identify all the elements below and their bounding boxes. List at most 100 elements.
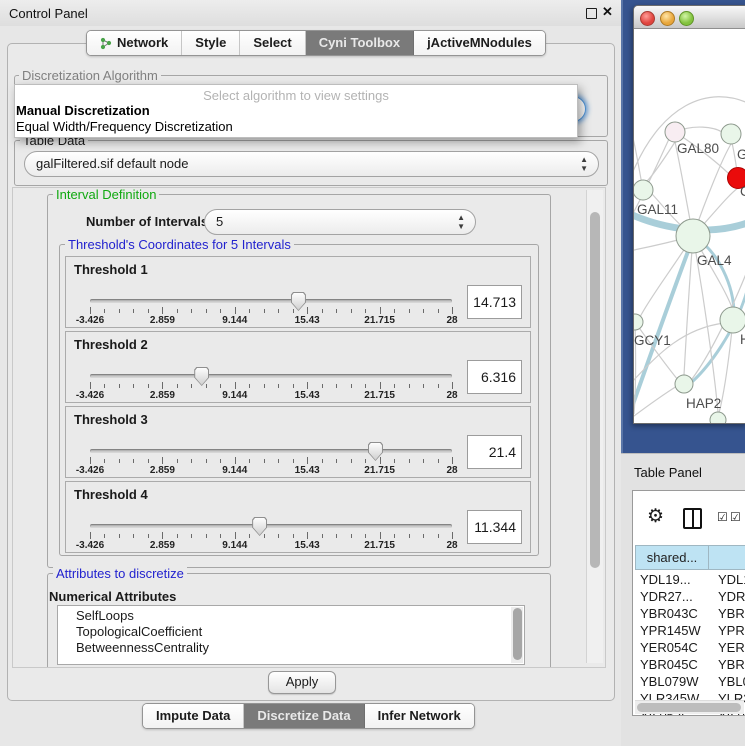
control-panel: Control Panel ✕ Network Style Select Cyn… bbox=[0, 0, 621, 745]
network-node[interactable] bbox=[665, 122, 685, 142]
tab-label: jActiveMNodules bbox=[427, 31, 532, 55]
threshold-slider[interactable]: -3.4262.8599.14415.4321.71528 bbox=[90, 445, 452, 475]
dropdown-item-manual-discretization[interactable]: Manual Discretization bbox=[15, 103, 577, 119]
column-header-shared[interactable]: shared... bbox=[635, 545, 709, 570]
network-node[interactable] bbox=[720, 307, 745, 333]
slider-track[interactable] bbox=[90, 524, 452, 528]
slider-track[interactable] bbox=[90, 449, 452, 453]
numerical-attributes-label: Numerical Attributes bbox=[49, 589, 176, 604]
number-of-intervals-combobox[interactable]: 5 ▲▼ bbox=[204, 209, 476, 235]
interval-definition-label: Interval Definition bbox=[53, 187, 159, 202]
mac-close-icon[interactable] bbox=[640, 11, 655, 26]
tab-jactivemnodules[interactable]: jActiveMNodules bbox=[414, 31, 545, 55]
tab-label: Network bbox=[117, 31, 168, 55]
network-node[interactable] bbox=[710, 412, 726, 424]
threshold-slider[interactable]: -3.4262.8599.14415.4321.71528 bbox=[90, 520, 452, 550]
table-cell: YBR0 bbox=[714, 605, 745, 622]
table-cell: YPR1 bbox=[714, 622, 745, 639]
threshold-panel: Threshold 2 -3.4262.8599.14415.4321.7152… bbox=[65, 331, 531, 403]
network-edge[interactable] bbox=[646, 142, 675, 182]
apply-button[interactable]: Apply bbox=[268, 671, 336, 694]
table-cell: YBL0 bbox=[714, 673, 745, 690]
tab-discretize-data[interactable]: Discretize Data bbox=[244, 704, 364, 728]
network-canvas[interactable]: GAL80GACGAL11GAL4HGCY1HAP2 bbox=[634, 29, 745, 424]
dropdown-hint-item[interactable]: Select algorithm to view settings bbox=[15, 88, 577, 103]
scrollbar-thumb[interactable] bbox=[590, 212, 600, 568]
network-node[interactable] bbox=[676, 219, 710, 253]
threshold-value-box[interactable]: 11.344 bbox=[467, 510, 522, 544]
table-data-combobox[interactable]: galFiltered.sif default node ▲▼ bbox=[24, 151, 599, 177]
close-icon[interactable]: ✕ bbox=[602, 4, 613, 20]
top-tabbar: Network Style Select Cyni Toolbox jActiv… bbox=[86, 30, 546, 56]
network-edge[interactable] bbox=[634, 386, 677, 419]
slider-tick-labels: -3.4262.8599.14415.4321.71528 bbox=[90, 390, 452, 402]
network-window-titlebar[interactable] bbox=[634, 6, 745, 29]
table-panel-title: Table Panel bbox=[634, 465, 702, 480]
tab-style[interactable]: Style bbox=[182, 31, 240, 55]
tab-impute-data[interactable]: Impute Data bbox=[143, 704, 244, 728]
scrollbar-thumb[interactable] bbox=[637, 703, 741, 712]
slider-track[interactable] bbox=[90, 374, 452, 378]
gear-icon[interactable]: ⚙ bbox=[647, 505, 664, 528]
float-window-icon[interactable] bbox=[586, 8, 597, 19]
scrollbar-thumb[interactable] bbox=[513, 608, 522, 660]
slider-track[interactable] bbox=[90, 299, 452, 303]
dropdown-item-equal-width[interactable]: Equal Width/Frequency Discretization bbox=[15, 119, 577, 135]
threshold-slider[interactable]: -3.4262.8599.14415.4321.71528 bbox=[90, 370, 452, 400]
table-row[interactable]: YER054CYER0 bbox=[635, 639, 745, 656]
slider-ticks bbox=[90, 532, 452, 540]
threshold-value-box[interactable]: 14.713 bbox=[467, 285, 522, 319]
table-data-value: galFiltered.sif default node bbox=[36, 156, 188, 171]
checkbox-icon[interactable]: ☑ bbox=[730, 510, 741, 524]
threshold-label: Threshold 2 bbox=[74, 337, 148, 352]
list-item[interactable]: TopologicalCoefficient bbox=[58, 624, 510, 640]
table-row[interactable]: YBR043CYBR0 bbox=[635, 605, 745, 622]
horizontal-scrollbar[interactable] bbox=[635, 700, 744, 714]
threshold-slider[interactable]: -3.4262.8599.14415.4321.71528 bbox=[90, 295, 452, 325]
numerical-attributes-list[interactable]: SelfLoopsTopologicalCoefficientBetweenne… bbox=[57, 605, 525, 665]
vertical-scrollbar[interactable] bbox=[586, 190, 603, 663]
column-header-name[interactable]: na bbox=[709, 545, 745, 570]
threshold-panel: Threshold 3 -3.4262.8599.14415.4321.7152… bbox=[65, 406, 531, 478]
threshold-value-box[interactable]: 21.4 bbox=[467, 435, 522, 469]
table-cell: YDL19... bbox=[635, 571, 714, 588]
checkbox-icon[interactable]: ☑ bbox=[717, 510, 728, 524]
tab-network[interactable]: Network bbox=[87, 31, 182, 55]
list-items: SelfLoopsTopologicalCoefficientBetweenne… bbox=[58, 608, 510, 656]
network-node[interactable] bbox=[634, 314, 643, 330]
tab-label: Infer Network bbox=[378, 704, 461, 728]
stepper-arrows-icon: ▲▼ bbox=[580, 155, 588, 173]
network-node[interactable] bbox=[675, 375, 693, 393]
table-row[interactable]: YBR045CYBR0 bbox=[635, 656, 745, 673]
node-label: GAL11 bbox=[637, 202, 678, 217]
mac-minimize-icon[interactable] bbox=[660, 11, 675, 26]
column-view-icon[interactable] bbox=[683, 508, 702, 529]
table-panel-frame: ⚙ ☑ ☑ shared... na YDL19...YDL1YDR27...Y… bbox=[632, 490, 745, 716]
list-item[interactable]: SelfLoops bbox=[58, 608, 510, 624]
list-item[interactable]: BetweennessCentrality bbox=[58, 640, 510, 656]
slider-tick-labels: -3.4262.8599.14415.4321.71528 bbox=[90, 315, 452, 327]
discretization-algorithm-label: Discretization Algorithm bbox=[19, 68, 161, 83]
thresholds-group-label: Threshold's Coordinates for 5 Intervals bbox=[65, 237, 294, 252]
slider-tick-labels: -3.4262.8599.14415.4321.71528 bbox=[90, 540, 452, 552]
table-row[interactable]: YDL19...YDL1 bbox=[635, 571, 745, 588]
network-node[interactable] bbox=[634, 180, 653, 200]
table-cell: YER054C bbox=[635, 639, 714, 656]
tab-infer-network[interactable]: Infer Network bbox=[365, 704, 474, 728]
tab-select[interactable]: Select bbox=[240, 31, 305, 55]
table-row[interactable]: YBL079WYBL0 bbox=[635, 673, 745, 690]
table-row[interactable]: YPR145WYPR1 bbox=[635, 622, 745, 639]
mac-zoom-icon[interactable] bbox=[679, 11, 694, 26]
network-view-window[interactable]: GAL80GACGAL11GAL4HGCY1HAP2 bbox=[633, 5, 745, 424]
tab-cyni-toolbox[interactable]: Cyni Toolbox bbox=[306, 31, 414, 55]
slider-tick-labels: -3.4262.8599.14415.4321.71528 bbox=[90, 465, 452, 477]
threshold-panel: Threshold 4 -3.4262.8599.14415.4321.7152… bbox=[65, 481, 531, 553]
threshold-value-box[interactable]: 6.316 bbox=[467, 360, 522, 394]
network-node[interactable] bbox=[721, 124, 741, 144]
table-row[interactable]: YDR27...YDR2 bbox=[635, 588, 745, 605]
table-header: shared... na bbox=[635, 545, 745, 570]
network-edge-thick[interactable] bbox=[686, 291, 745, 387]
threshold-label: Threshold 4 bbox=[74, 487, 148, 502]
list-scrollbar[interactable] bbox=[511, 607, 523, 663]
tab-label: Impute Data bbox=[156, 704, 230, 728]
